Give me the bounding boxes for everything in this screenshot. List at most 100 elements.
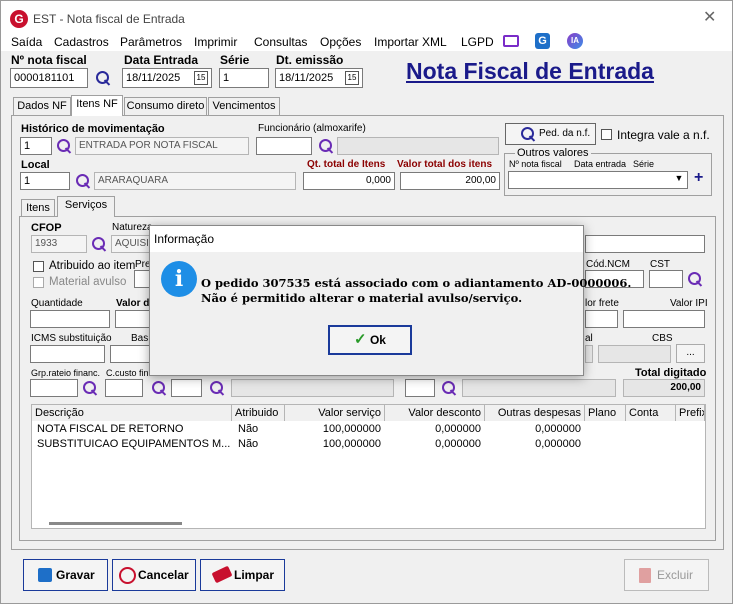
nf-col-label: Nº nota fiscal <box>509 159 562 169</box>
info-icon: i <box>161 261 197 297</box>
tab-consumo-direto[interactable]: Consumo direto <box>124 97 207 116</box>
col-valor-desconto[interactable]: Valor desconto <box>385 405 485 421</box>
cell-valor-desconto: 0,000000 <box>435 423 481 435</box>
al-field <box>585 345 593 363</box>
nf-input[interactable]: 0000181101 <box>10 68 88 88</box>
dt-emissao-label: Dt. emissão <box>276 53 344 67</box>
table-row[interactable]: NOTA FISCAL DE RETORNO Não 100,000000 0,… <box>32 422 705 437</box>
serie-label: Série <box>220 53 250 67</box>
cell-outras-despesas: 0,000000 <box>535 423 581 435</box>
valor-frete-input[interactable] <box>585 310 618 328</box>
search-grp-icon[interactable] <box>82 380 98 396</box>
icms-input[interactable] <box>30 345 105 363</box>
local-code-input[interactable]: 1 <box>20 172 70 190</box>
tab-dados-nf[interactable]: Dados NF <box>13 97 71 116</box>
search-cfop-icon[interactable] <box>91 236 107 252</box>
cst-input[interactable] <box>649 270 683 288</box>
cbs-field <box>598 345 671 363</box>
menu-consultas[interactable]: Consultas <box>254 35 307 49</box>
close-icon[interactable]: ✕ <box>703 7 716 27</box>
col-plano[interactable]: Plano <box>585 405 626 421</box>
al-label: al <box>585 333 593 344</box>
col-conta[interactable]: Conta <box>626 405 676 421</box>
serie-input[interactable]: 1 <box>219 68 269 88</box>
calendar-icon[interactable]: 15 <box>194 71 208 85</box>
chevron-down-icon[interactable]: ▼ <box>672 173 686 187</box>
ccusto-input[interactable] <box>105 379 143 397</box>
limpar-button[interactable]: Limpar <box>200 559 285 591</box>
tab-vencimentos[interactable]: Vencimentos <box>208 97 280 116</box>
search-icon <box>520 126 536 142</box>
add-icon[interactable]: + <box>694 169 703 187</box>
integra-checkbox[interactable] <box>601 129 612 140</box>
app-logo-icon: G <box>10 10 28 28</box>
conta-code-input[interactable] <box>405 379 435 397</box>
menu-cadastros[interactable]: Cadastros <box>54 35 109 49</box>
calendar-icon[interactable]: 15 <box>345 71 359 85</box>
icms-label: ICMS substituição <box>31 333 112 344</box>
search-funcionario-icon[interactable] <box>318 138 334 154</box>
cancelar-button[interactable]: Cancelar <box>112 559 196 591</box>
menu-bar: Saída Cadastros Parâmetros Imprimir Cons… <box>1 33 732 51</box>
ellipsis-button[interactable]: ... <box>676 344 705 363</box>
integra-label: Integra vale a n.f. <box>617 128 710 142</box>
grp-rateio-input[interactable] <box>30 379 78 397</box>
search-nf-icon[interactable] <box>95 70 111 86</box>
search-historico-icon[interactable] <box>56 138 72 154</box>
cell-valor-servico: 100,000000 <box>322 423 381 435</box>
gravar-button[interactable]: Gravar <box>23 559 108 591</box>
quantidade-input[interactable] <box>30 310 110 328</box>
col-outras-despesas[interactable]: Outras despesas <box>485 405 585 421</box>
horizontal-scrollbar[interactable] <box>49 522 182 525</box>
table-row[interactable]: SUBSTITUICAO EQUIPAMENTOS M... Não 100,0… <box>32 437 705 452</box>
ia-icon[interactable]: IA <box>567 33 583 49</box>
funcionario-label: Funcionário (almoxarife) <box>258 123 366 134</box>
cod-ncm-label: Cód.NCM <box>586 259 630 270</box>
search-sub-icon[interactable] <box>209 380 225 396</box>
info-dialog: Informação i O pedido 307535 está associ… <box>149 225 631 376</box>
material-avulso-checkbox[interactable] <box>33 277 44 288</box>
menu-saida[interactable]: Saída <box>11 35 42 49</box>
menu-imprimir[interactable]: Imprimir <box>194 35 237 49</box>
cfop-field: 1933 <box>31 235 87 253</box>
funcionario-code-input[interactable] <box>256 137 312 155</box>
col-atribuido[interactable]: Atribuido <box>232 405 285 421</box>
valor-input[interactable] <box>115 310 151 328</box>
menu-importar-xml[interactable]: Importar XML <box>374 35 447 49</box>
search-conta-icon[interactable] <box>441 380 457 396</box>
dialog-message-line2: Não é permitido alterar o material avuls… <box>201 291 523 305</box>
cell-atribuido: Não <box>238 438 259 450</box>
cbs-label: CBS <box>652 333 673 344</box>
historico-code-input[interactable]: 1 <box>20 137 52 155</box>
menu-parametros[interactable]: Parâmetros <box>120 35 182 49</box>
search-cst-icon[interactable] <box>687 271 703 287</box>
excluir-button[interactable]: Excluir <box>624 559 709 591</box>
ped-nf-button[interactable]: Ped. da n.f. <box>505 123 596 145</box>
monitor-icon[interactable] <box>503 35 519 47</box>
g-app-icon[interactable]: G <box>535 33 550 49</box>
outros-valores-select[interactable] <box>508 171 688 189</box>
tab-itens-nf[interactable]: Itens NF <box>71 95 123 116</box>
valor-total-field: 200,00 <box>400 172 500 190</box>
search-local-icon[interactable] <box>75 173 91 189</box>
menu-lgpd[interactable]: LGPD <box>461 35 494 49</box>
base-label: Bas <box>131 333 149 344</box>
limpar-label: Limpar <box>234 568 275 582</box>
col-valor-servico[interactable]: Valor serviço <box>285 405 385 421</box>
subtab-servicos[interactable]: Serviços <box>57 196 115 217</box>
menu-opcoes[interactable]: Opções <box>320 35 361 49</box>
valor-ipi-input[interactable] <box>623 310 705 328</box>
sub-code-input[interactable] <box>171 379 202 397</box>
atribuido-checkbox[interactable] <box>33 261 44 272</box>
ok-button[interactable]: ✓ Ok <box>328 325 412 355</box>
gravar-label: Gravar <box>56 568 95 582</box>
search-ccusto-icon[interactable] <box>151 380 167 396</box>
col-prefixo[interactable]: Prefix <box>676 405 705 421</box>
ok-label: Ok <box>369 333 386 347</box>
valor-total-label: Valor total dos itens <box>397 159 493 170</box>
dialog-message-line1: O pedido 307535 está associado com o adi… <box>201 276 632 290</box>
natureza-desc-field <box>585 235 705 253</box>
base-input[interactable] <box>110 345 151 363</box>
col-descricao[interactable]: Descrição <box>32 405 232 421</box>
ccusto-desc-field <box>231 379 394 397</box>
